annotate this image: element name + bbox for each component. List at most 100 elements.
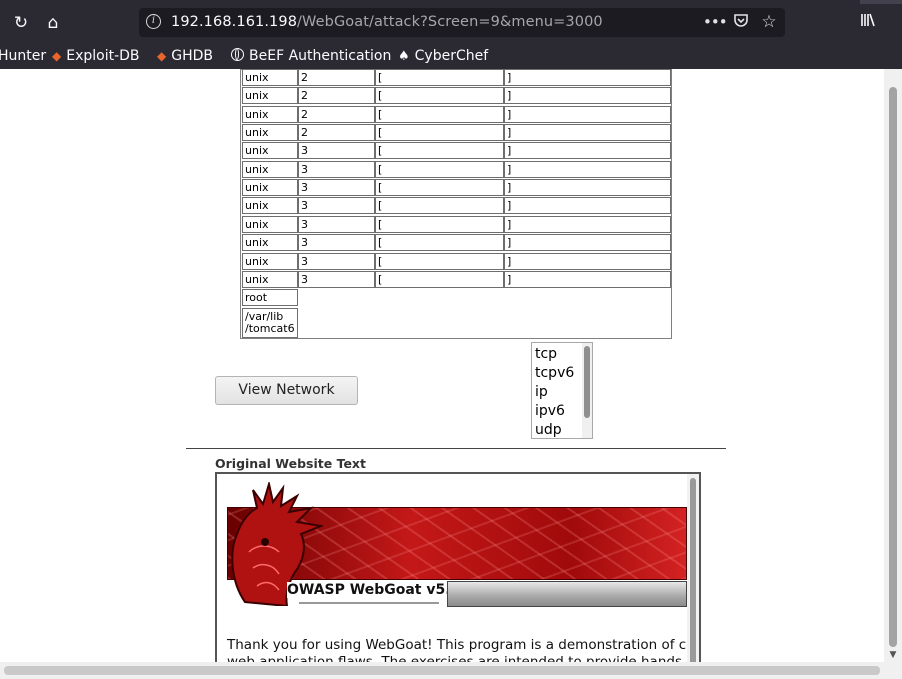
- table-cell: 3: [298, 197, 375, 215]
- table-row: unix 2[]: [241, 87, 671, 105]
- table-cell: 3: [298, 234, 375, 252]
- table-row: unix 3[]: [241, 252, 671, 271]
- table-row: unix 3[]: [241, 270, 671, 289]
- scrollbar-thumb[interactable]: [4, 666, 880, 675]
- banner-underline: [299, 602, 439, 604]
- view-network-button[interactable]: View Network: [215, 376, 358, 405]
- table-cell: ]: [504, 234, 671, 252]
- site-info-icon[interactable]: i: [146, 14, 161, 29]
- bookmark-exploit-db[interactable]: ◆ Exploit-DB: [52, 46, 140, 66]
- dragon-icon: ◆: [52, 49, 62, 63]
- table-row: unix 2[]: [241, 69, 671, 87]
- table-row: unix 3[]: [241, 197, 671, 215]
- address-bar[interactable]: i 192.168.161.198/WebGoat/attack?Screen=…: [139, 8, 785, 37]
- table-row: unix 3[]: [241, 142, 671, 160]
- table-cell: unix: [242, 179, 298, 197]
- table-cell: 3: [298, 160, 375, 178]
- table-cell: 2: [298, 105, 375, 123]
- table-cell: [: [375, 234, 504, 252]
- page-vertical-scrollbar[interactable]: ▼: [884, 69, 902, 662]
- table-cell: unix: [242, 160, 298, 178]
- scrollbar-corner: [884, 662, 902, 679]
- table-cell: ]: [504, 124, 671, 142]
- ellipsis-icon[interactable]: •••: [703, 12, 728, 32]
- table-cell: [: [375, 179, 504, 197]
- network-table: unix 3[] unix 3[] unix 3[] unix 3[] unix 3[] unix 3…: [240, 69, 672, 339]
- intro-text: Thank you for using WebGoat! This progra…: [227, 637, 701, 662]
- protocol-option[interactable]: tcpv6: [535, 364, 574, 383]
- library-icon[interactable]: [860, 12, 876, 32]
- table-cell: unix: [242, 234, 298, 252]
- table-cell: 2: [298, 87, 375, 105]
- table-row: unix 2[]: [241, 105, 671, 124]
- intro-text-line: Thank you for using WebGoat! This progra…: [227, 637, 701, 653]
- protocol-option[interactable]: tcp: [535, 345, 557, 364]
- table-cell: ]: [504, 87, 671, 105]
- intro-text-line: web application flaws. The exercises are…: [227, 654, 701, 662]
- table-cell: unix: [242, 197, 298, 215]
- table-row: unix 3[]: [241, 179, 671, 197]
- table-cell: [: [375, 270, 504, 288]
- bookmark-star-icon[interactable]: ☆: [759, 12, 779, 32]
- protocol-option[interactable]: ip: [535, 383, 548, 402]
- table-row: unix 3[]: [241, 234, 671, 252]
- bookmark-label: GHDB: [171, 48, 213, 64]
- table-row: unix 2[]: [241, 124, 671, 142]
- table-cell: [: [375, 160, 504, 178]
- browser-chrome: ↻ ⌂ i 192.168.161.198/WebGoat/attack?Scr…: [0, 0, 902, 69]
- table-cell: 3: [298, 215, 375, 233]
- table-cell: 3: [298, 142, 375, 160]
- protocol-option[interactable]: ipv6: [535, 402, 565, 421]
- home-icon[interactable]: ⌂: [40, 10, 66, 36]
- page-horizontal-scrollbar[interactable]: [0, 662, 884, 679]
- pocket-icon[interactable]: [731, 12, 751, 32]
- table-cell: 2: [298, 124, 375, 142]
- bookmarks-toolbar: Hunter ◆ Exploit-DB ◆ GHDB BeEF Authentica…: [0, 44, 902, 68]
- table-cell: 3: [298, 252, 375, 270]
- bookmark-label: Exploit-DB: [66, 48, 140, 64]
- url-path: /WebGoat/attack?Screen=9&menu=3000: [297, 14, 603, 30]
- table-cell: ]: [504, 69, 671, 86]
- bookmark-beef[interactable]: BeEF Authentication: [231, 46, 391, 66]
- bookmark-hunter[interactable]: Hunter: [0, 46, 46, 66]
- scrollbar-thumb[interactable]: [690, 478, 696, 662]
- bookmark-label: CyberChef: [414, 48, 489, 64]
- bookmark-ghdb[interactable]: ◆ GHDB: [157, 46, 213, 66]
- table-cell: 3: [298, 179, 375, 197]
- banner-bar: [447, 581, 687, 607]
- table-cell: ]: [504, 252, 671, 270]
- url-host: 192.168.161.198: [171, 14, 298, 30]
- url-text[interactable]: 192.168.161.198/WebGoat/attack?Screen=9&…: [171, 14, 603, 30]
- protocol-scrollbar[interactable]: [582, 343, 592, 438]
- table-cell: [: [375, 215, 504, 233]
- section-divider: [186, 448, 726, 449]
- table-cell: 2: [298, 69, 375, 86]
- table-cell: [: [375, 124, 504, 142]
- bookmark-label: Hunter: [0, 48, 47, 64]
- bookmark-cyberchef[interactable]: ♠ CyberChef: [398, 46, 488, 66]
- webgoat-banner: OWASP WebGoat v5.4: [227, 479, 687, 607]
- table-cell: unix: [242, 87, 298, 105]
- table-cell: unix: [242, 69, 298, 86]
- banner-title: OWASP WebGoat v5.4: [287, 582, 465, 598]
- protocol-select[interactable]: tcp tcpv6 ip ipv6 udp: [531, 342, 593, 439]
- scrollbar-thumb[interactable]: [584, 346, 590, 418]
- page-content: unix 3[] unix 3[] unix 3[] unix 3[] unix 3[] unix 3…: [0, 69, 884, 662]
- original-website-frame: OWASP WebGoat v5.4 Thank you for using W…: [215, 472, 701, 662]
- original-website-label: Original Website Text: [215, 456, 366, 471]
- table-cell: 3: [298, 270, 375, 288]
- table-cell: ]: [504, 270, 671, 288]
- table-row: unix 3[]: [241, 215, 671, 234]
- protocol-option[interactable]: udp: [535, 421, 562, 438]
- table-cell: unix: [242, 215, 298, 233]
- table-cell: unix: [242, 270, 298, 288]
- table-row: unix 3[]: [241, 160, 671, 179]
- scroll-down-arrow-icon[interactable]: ▼: [888, 648, 898, 662]
- reload-icon[interactable]: ↻: [8, 10, 34, 36]
- chef-hat-icon: ♠: [398, 49, 410, 64]
- bookmark-label: BeEF Authentication: [249, 48, 392, 64]
- table-cell: [: [375, 87, 504, 105]
- table-cell: ]: [504, 105, 671, 123]
- frame-scrollbar[interactable]: [687, 474, 699, 662]
- scrollbar-thumb[interactable]: [889, 87, 897, 647]
